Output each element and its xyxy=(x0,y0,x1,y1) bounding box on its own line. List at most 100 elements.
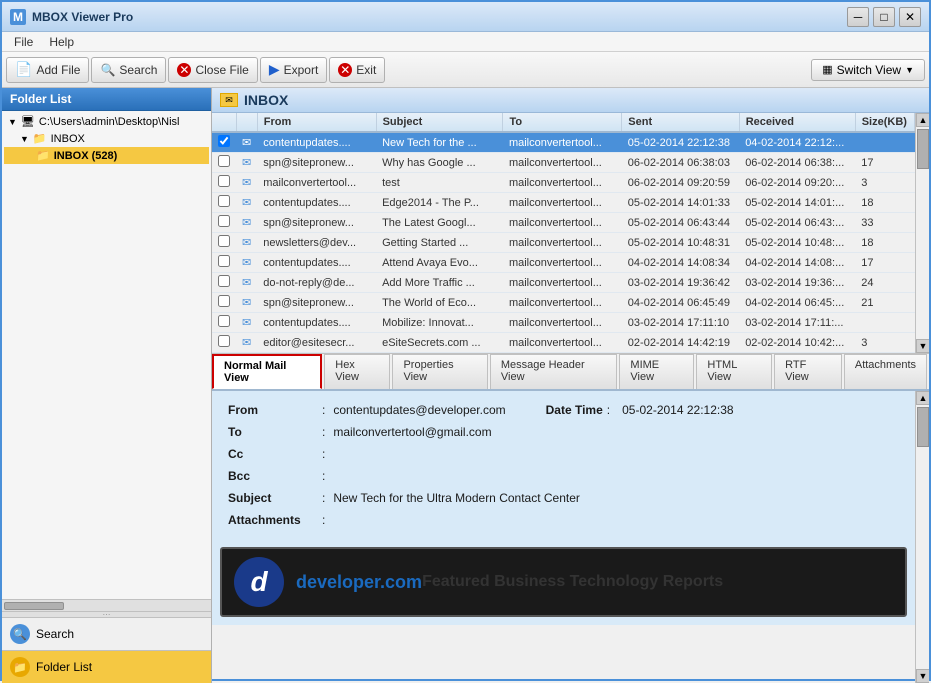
row-checkbox[interactable] xyxy=(218,195,230,207)
field-row-from: From : contentupdates@developer.com Date… xyxy=(228,399,899,421)
row-sent: 05-02-2014 22:12:38 xyxy=(622,132,739,153)
exit-icon: ✕ xyxy=(338,63,352,77)
table-row[interactable]: ✉ do-not-reply@de... Add More Traffic ..… xyxy=(212,273,915,293)
view-tabs: Normal Mail ViewHex ViewProperties ViewM… xyxy=(212,353,929,391)
row-icon-cell: ✉ xyxy=(236,153,257,173)
vertical-scrollbar-preview[interactable]: ▲ ▼ xyxy=(915,391,929,683)
preview-scroll-thumb[interactable] xyxy=(917,407,929,447)
row-to: mailconvertertool... xyxy=(503,193,622,213)
tree-item-inbox-parent[interactable]: ▼ 📁 INBOX xyxy=(4,130,209,147)
view-tab-rtf[interactable]: RTF View xyxy=(774,354,842,389)
view-tab-normal[interactable]: Normal Mail View xyxy=(212,354,322,389)
table-row[interactable]: ✉ contentupdates.... Attend Avaya Evo...… xyxy=(212,253,915,273)
row-size xyxy=(855,313,914,333)
row-checkbox-cell[interactable] xyxy=(212,293,236,313)
email-table-scroll[interactable]: From Subject To Sent Received Size(KB) ✉… xyxy=(212,113,915,353)
row-checkbox[interactable] xyxy=(218,155,230,167)
table-row[interactable]: ✉ spn@sitepronew... The World of Eco... … xyxy=(212,293,915,313)
row-checkbox[interactable] xyxy=(218,255,230,267)
tree-item-inbox[interactable]: 📁 INBOX (528) xyxy=(4,147,209,164)
banner-text: Featured Business Technology Reports xyxy=(422,573,723,591)
folder-tree[interactable]: ▼ 🖥 C:\Users\admin\Desktop\Nisl ▼ 📁 INBO… xyxy=(2,111,211,599)
bcc-label: Bcc xyxy=(228,469,318,483)
switch-view-button[interactable]: ▦ Switch View ▼ xyxy=(811,59,925,81)
minimize-button[interactable]: ─ xyxy=(847,7,869,27)
menu-help[interactable]: Help xyxy=(41,33,82,51)
row-checkbox-cell[interactable] xyxy=(212,153,236,173)
col-header-size[interactable]: Size(KB) xyxy=(855,113,914,132)
email-icon: ✉ xyxy=(242,157,251,169)
row-checkbox[interactable] xyxy=(218,315,230,327)
col-header-subject[interactable]: Subject xyxy=(376,113,503,132)
search-button[interactable]: 🔍 Search xyxy=(91,57,166,83)
row-subject: Getting Started ... xyxy=(376,233,503,253)
view-tab-message-header[interactable]: Message Header View xyxy=(490,354,618,389)
row-checkbox[interactable] xyxy=(218,275,230,287)
scroll-thumb-h[interactable] xyxy=(4,602,64,610)
view-tab-html[interactable]: HTML View xyxy=(696,354,772,389)
close-file-button[interactable]: ✕ Close File xyxy=(168,57,257,83)
row-to: mailconvertertool... xyxy=(503,333,622,353)
table-row[interactable]: ✉ spn@sitepronew... Why has Google ... m… xyxy=(212,153,915,173)
folder-list-tab[interactable]: 📁 Folder List xyxy=(2,651,211,683)
view-tab-hex[interactable]: Hex View xyxy=(324,354,390,389)
row-checkbox[interactable] xyxy=(218,135,230,147)
table-row[interactable]: ✉ spn@sitepronew... The Latest Googl... … xyxy=(212,213,915,233)
table-row[interactable]: ✉ contentupdates.... Mobilize: Innovat..… xyxy=(212,313,915,333)
row-received: 04-02-2014 06:45:... xyxy=(739,293,855,313)
row-checkbox-cell[interactable] xyxy=(212,233,236,253)
scroll-down-button[interactable]: ▼ xyxy=(916,339,929,353)
col-header-to[interactable]: To xyxy=(503,113,622,132)
right-panel: ✉ INBOX From Subject To Sent Received xyxy=(212,88,929,683)
row-received: 06-02-2014 06:38:... xyxy=(739,153,855,173)
menu-file[interactable]: File xyxy=(6,33,41,51)
preview-scroll-up-button[interactable]: ▲ xyxy=(916,391,929,405)
vertical-scrollbar-table[interactable]: ▲ ▼ xyxy=(915,113,929,353)
row-icon-cell: ✉ xyxy=(236,233,257,253)
row-checkbox-cell[interactable] xyxy=(212,173,236,193)
row-checkbox[interactable] xyxy=(218,335,230,347)
row-checkbox-cell[interactable] xyxy=(212,253,236,273)
row-received: 05-02-2014 06:43:... xyxy=(739,213,855,233)
collapse-icon: ▼ xyxy=(8,117,17,127)
row-size: 3 xyxy=(855,333,914,353)
table-row[interactable]: ✉ contentupdates.... New Tech for the ..… xyxy=(212,132,915,153)
close-button[interactable]: ✕ xyxy=(899,7,921,27)
scroll-up-button[interactable]: ▲ xyxy=(916,113,929,127)
table-row[interactable]: ✉ editor@esitesecr... eSiteSecrets.com .… xyxy=(212,333,915,353)
field-row-subject: Subject : New Tech for the Ultra Modern … xyxy=(228,487,899,509)
maximize-button[interactable]: □ xyxy=(873,7,895,27)
datetime-colon: : xyxy=(603,403,614,417)
col-header-received[interactable]: Received xyxy=(739,113,855,132)
row-checkbox[interactable] xyxy=(218,175,230,187)
row-checkbox[interactable] xyxy=(218,295,230,307)
view-tab-properties[interactable]: Properties View xyxy=(392,354,487,389)
search-tab[interactable]: 🔍 Search xyxy=(2,618,211,651)
view-tab-mime[interactable]: MIME View xyxy=(619,354,694,389)
row-checkbox-cell[interactable] xyxy=(212,213,236,233)
scroll-thumb-v[interactable] xyxy=(917,129,929,169)
row-to: mailconvertertool... xyxy=(503,273,622,293)
view-tab-attachments[interactable]: Attachments xyxy=(844,354,927,389)
row-checkbox[interactable] xyxy=(218,215,230,227)
row-checkbox-cell[interactable] xyxy=(212,273,236,293)
row-checkbox[interactable] xyxy=(218,235,230,247)
row-size xyxy=(855,132,914,153)
col-header-sent[interactable]: Sent xyxy=(622,113,739,132)
row-checkbox-cell[interactable] xyxy=(212,132,236,153)
inbox-icon: ✉ xyxy=(220,93,238,107)
row-sent: 05-02-2014 06:43:44 xyxy=(622,213,739,233)
tree-item-root[interactable]: ▼ 🖥 C:\Users\admin\Desktop\Nisl xyxy=(4,113,209,130)
table-row[interactable]: ✉ contentupdates.... Edge2014 - The P...… xyxy=(212,193,915,213)
row-checkbox-cell[interactable] xyxy=(212,333,236,353)
exit-button[interactable]: ✕ Exit xyxy=(329,57,385,83)
col-header-from[interactable]: From xyxy=(257,113,376,132)
add-file-button[interactable]: 📄 Add File xyxy=(6,57,89,83)
app-title: MBOX Viewer Pro xyxy=(32,10,133,24)
table-row[interactable]: ✉ mailconvertertool... test mailconverte… xyxy=(212,173,915,193)
row-checkbox-cell[interactable] xyxy=(212,193,236,213)
cc-label: Cc xyxy=(228,447,318,461)
row-checkbox-cell[interactable] xyxy=(212,313,236,333)
export-button[interactable]: ▶ Export xyxy=(260,57,327,83)
table-row[interactable]: ✉ newsletters@dev... Getting Started ...… xyxy=(212,233,915,253)
